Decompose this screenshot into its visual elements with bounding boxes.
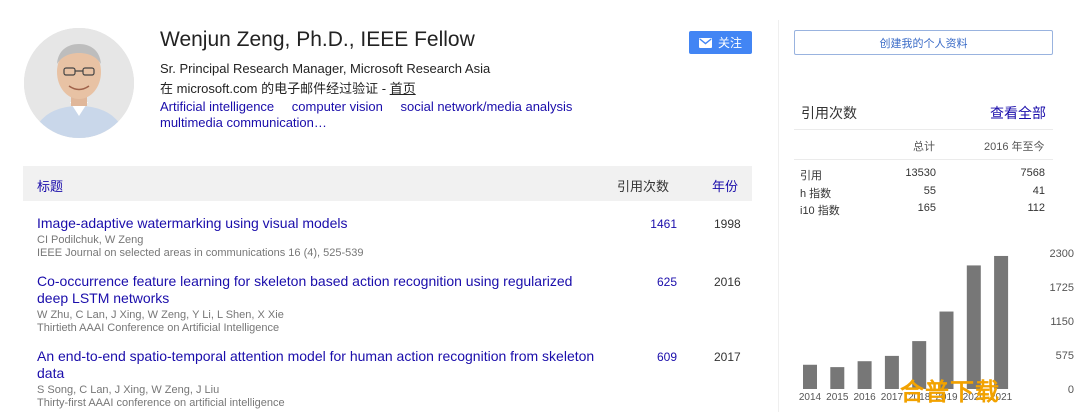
stats-since: 41	[1032, 185, 1045, 197]
publication-cited-count[interactable]: 1461	[645, 217, 677, 231]
stats-total: 55	[923, 185, 936, 197]
column-divider	[778, 20, 779, 412]
stats-since: 112	[1027, 202, 1045, 214]
publication-title[interactable]: Image-adaptive watermarking using visual…	[37, 215, 603, 232]
publication-authors: W Zhu, C Lan, J Xing, W Zeng, Y Li, L Sh…	[37, 309, 284, 321]
chart-y-tick: 1150	[1050, 316, 1074, 328]
stats-row-h-index: h 指数 55 41	[794, 185, 1053, 202]
stats-total: 165	[917, 202, 936, 214]
chart-bar-2015[interactable]	[830, 367, 845, 389]
publication-row: Image-adaptive watermarking using visual…	[37, 215, 752, 260]
research-interests: Artificial intelligence computer vision …	[160, 99, 590, 131]
publication-year: 2016	[714, 275, 741, 289]
column-cited-by[interactable]: 引用次数	[617, 176, 669, 195]
view-all-link[interactable]: 查看全部	[990, 103, 1046, 123]
publication-row: An end-to-end spatio-temporal attention …	[37, 348, 752, 410]
interest-link[interactable]: multimedia communication…	[160, 115, 327, 130]
profile-affiliation: Sr. Principal Research Manager, Microsof…	[160, 61, 491, 76]
chart-bar-2020[interactable]	[966, 265, 981, 389]
publication-authors: CI Podilchuk, W Zeng	[37, 234, 144, 246]
chart-y-tick: 575	[1056, 350, 1074, 362]
homepage-link[interactable]: 首页	[390, 81, 416, 96]
publication-venue: Thirty-first AAAI conference on artifici…	[37, 397, 285, 409]
profile-name: Wenjun Zeng, Ph.D., IEEE Fellow	[160, 28, 475, 51]
stats-col-since: 2016 年至今	[984, 141, 1045, 153]
chart-bar-2014[interactable]	[803, 364, 817, 389]
envelope-icon	[698, 37, 712, 48]
follow-button[interactable]: 关注	[689, 31, 752, 54]
create-profile-button[interactable]: 创建我的个人资料	[794, 30, 1053, 55]
column-title[interactable]: 标题	[37, 176, 63, 195]
chart-x-label: 2015	[826, 392, 849, 403]
chart-bar-2017[interactable]	[884, 355, 899, 389]
chart-y-tick: 2300	[1050, 248, 1074, 260]
publication-title[interactable]: An end-to-end spatio-temporal attention …	[37, 348, 603, 382]
chart-y-tick: 0	[1068, 384, 1074, 396]
divider	[794, 129, 1053, 130]
publication-venue: IEEE Journal on selected areas in commun…	[37, 247, 364, 259]
chart-x-label: 2016	[853, 392, 876, 403]
publication-year: 1998	[714, 217, 741, 231]
publication-year: 2017	[714, 350, 741, 364]
verified-email: 在 microsoft.com 的电子邮件经过验证 - 首页	[160, 78, 416, 97]
column-year[interactable]: 年份	[712, 176, 738, 195]
chart-bar-2021[interactable]	[994, 255, 1009, 389]
follow-label: 关注	[717, 36, 742, 50]
stats-label[interactable]: 引用	[800, 167, 822, 183]
stats-label[interactable]: i10 指数	[800, 202, 840, 218]
stats-total: 13530	[905, 167, 936, 179]
publication-authors: S Song, C Lan, J Xing, W Zeng, J Liu	[37, 384, 220, 396]
stats-label[interactable]: h 指数	[800, 185, 831, 201]
chart-x-label: 2014	[799, 392, 822, 403]
publication-title[interactable]: Co-occurrence feature learning for skele…	[37, 273, 603, 307]
publication-cited-count[interactable]: 625	[645, 275, 677, 289]
site-watermark-logo: 合普下载	[900, 378, 1000, 406]
stats-since: 7568	[1020, 167, 1045, 179]
verified-email-text: 在 microsoft.com 的电子邮件经过验证 -	[160, 81, 390, 96]
interest-link[interactable]: social network/media analysis	[400, 99, 572, 114]
chart-y-tick: 1725	[1050, 282, 1074, 294]
publication-cited-count[interactable]: 609	[645, 350, 677, 364]
interest-link[interactable]: Artificial intelligence	[160, 99, 274, 114]
stats-row-i10-index: i10 指数 165 112	[794, 202, 1053, 219]
stats-col-total: 总计	[913, 141, 935, 153]
interest-link[interactable]: computer vision	[292, 99, 383, 114]
citations-heading: 引用次数	[801, 105, 857, 121]
divider	[794, 159, 1053, 160]
publication-row: Co-occurrence feature learning for skele…	[37, 273, 752, 335]
profile-photo	[24, 28, 134, 138]
table-header: 标题 引用次数 年份	[23, 166, 752, 201]
stats-row-citations: 引用 13530 7568	[794, 167, 1053, 184]
chart-bar-2016[interactable]	[857, 361, 872, 389]
publication-venue: Thirtieth AAAI Conference on Artificial …	[37, 322, 280, 334]
